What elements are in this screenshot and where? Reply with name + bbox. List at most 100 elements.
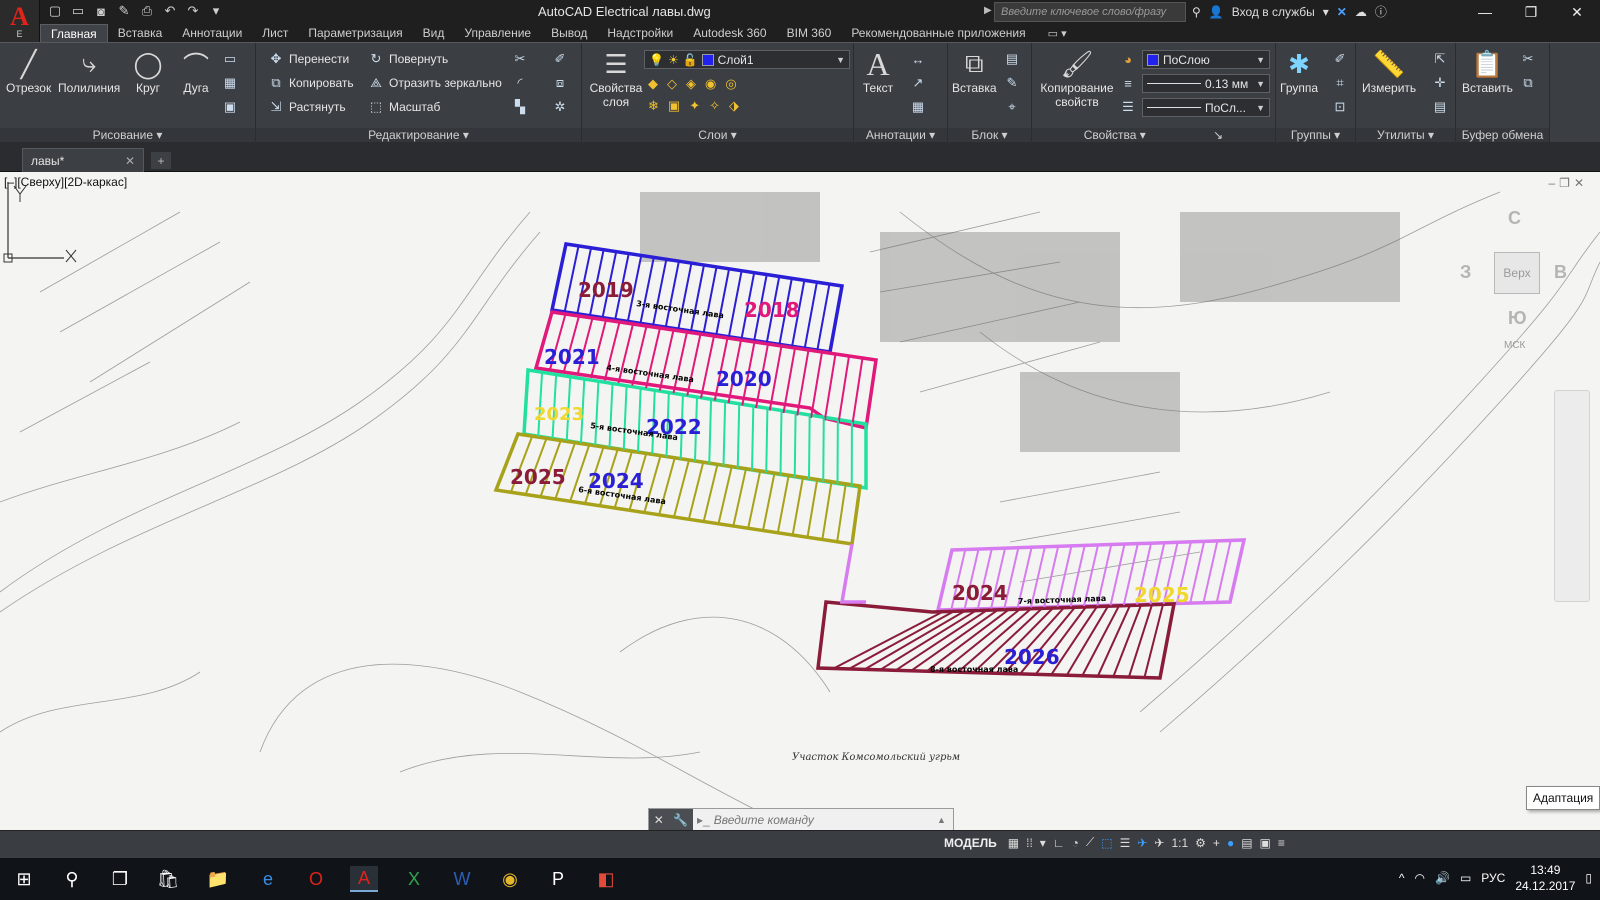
minimize-icon[interactable]: — bbox=[1462, 0, 1508, 24]
command-input[interactable] bbox=[713, 810, 937, 830]
panel-modify-title[interactable]: Редактирование ▾ bbox=[256, 128, 581, 143]
measure-button[interactable]: 📏 Измерить bbox=[1362, 47, 1416, 96]
tab-insert[interactable]: Вставка bbox=[108, 24, 173, 42]
circle-button[interactable]: ◯ Круг bbox=[130, 47, 166, 96]
chart-app-icon[interactable]: ◧ bbox=[592, 866, 620, 892]
new-tab-button[interactable]: + bbox=[151, 152, 171, 169]
undo-icon[interactable]: ↶ bbox=[161, 2, 179, 20]
isodraft-icon[interactable]: ⟋ bbox=[1086, 835, 1094, 850]
tab-view[interactable]: Вид bbox=[413, 24, 455, 42]
calculator-button[interactable]: ▤ bbox=[1432, 97, 1448, 117]
grid-icon[interactable]: ▦ bbox=[1008, 836, 1019, 850]
dropdown-arrow-icon[interactable]: ▾ bbox=[1323, 5, 1329, 19]
copy-clip-button[interactable]: ⧉ bbox=[1520, 73, 1536, 93]
restore-viewport-icon[interactable]: ❐ bbox=[1559, 176, 1570, 190]
color-dropdown[interactable]: ПоСлою ▼ bbox=[1142, 50, 1270, 69]
linetype-dropdown[interactable]: ПоСл... ▼ bbox=[1142, 98, 1270, 117]
command-line-grip[interactable]: ✕ 🔧 bbox=[649, 809, 693, 831]
layer-off-icon[interactable]: ◎ bbox=[725, 76, 736, 92]
chrome-icon[interactable]: ◉ bbox=[496, 866, 524, 892]
tab-manage[interactable]: Управление bbox=[454, 24, 541, 42]
navigation-bar[interactable] bbox=[1554, 390, 1590, 602]
print-icon[interactable]: ⎙ bbox=[138, 2, 156, 20]
layer-change-icon[interactable]: ⬗ bbox=[729, 98, 739, 114]
word-icon[interactable]: W bbox=[448, 866, 476, 892]
scale-button[interactable]: ⬚ Масштаб bbox=[368, 97, 441, 117]
clean-screen-icon[interactable]: ▣ bbox=[1260, 836, 1271, 850]
restore-icon[interactable]: ❐ bbox=[1508, 0, 1554, 24]
file-explorer-icon[interactable]: 📁 bbox=[204, 866, 232, 892]
group-button[interactable]: ✱ Группа bbox=[1280, 47, 1318, 96]
panel-draw-title[interactable]: Рисование ▾ bbox=[0, 128, 255, 143]
explode-button[interactable]: ✲ bbox=[552, 97, 568, 117]
a360-icon[interactable]: ☁ bbox=[1355, 5, 1367, 19]
wrench-icon[interactable]: 🔧 bbox=[673, 813, 688, 827]
region-button[interactable]: ▣ bbox=[222, 97, 238, 117]
layer-match-icon[interactable]: ◆ bbox=[648, 76, 658, 92]
redo-icon[interactable]: ↷ bbox=[184, 2, 202, 20]
lineweight-dropdown[interactable]: 0.13 мм ▼ bbox=[1142, 74, 1270, 93]
save-icon[interactable]: ◙ bbox=[92, 2, 110, 20]
wcs-menu[interactable]: МСК bbox=[1504, 340, 1525, 351]
drawing-area[interactable]: 2019 2018 2021 2020 2023 2022 2025 2024 … bbox=[0, 172, 1600, 830]
dimension-button[interactable]: ↔ bbox=[910, 49, 926, 69]
close-tab-icon[interactable]: ✕ bbox=[125, 154, 135, 168]
volume-icon[interactable]: 🔊 bbox=[1435, 871, 1450, 885]
close-icon[interactable]: ✕ bbox=[1554, 0, 1600, 24]
viewcube-south[interactable]: Ю bbox=[1508, 308, 1527, 329]
layer-properties-button[interactable]: ☰ Свойства слоя bbox=[588, 47, 644, 110]
quick-select-button[interactable]: ⇱ bbox=[1432, 49, 1448, 69]
battery-icon[interactable]: ▭ bbox=[1460, 871, 1471, 885]
lineweight-toggle-icon[interactable]: ☰ bbox=[1120, 836, 1131, 850]
close-viewport-icon[interactable]: ✕ bbox=[1574, 176, 1584, 190]
notifications-icon[interactable]: ▯ bbox=[1585, 871, 1592, 885]
excel-icon[interactable]: X bbox=[400, 866, 428, 892]
hatch-button[interactable]: ▦ bbox=[222, 73, 238, 93]
rectangle-button[interactable]: ▭ bbox=[222, 49, 238, 69]
application-menu-button[interactable]: A E bbox=[0, 0, 40, 42]
hardware-acceleration-icon[interactable]: ▤ bbox=[1241, 836, 1252, 850]
layer-isolate-icon[interactable]: ◈ bbox=[686, 76, 696, 92]
layer-previous-icon[interactable]: ◇ bbox=[667, 76, 677, 92]
panel-annotation-title[interactable]: Аннотации ▾ bbox=[854, 128, 947, 143]
tab-sheet[interactable]: Лист bbox=[252, 24, 298, 42]
trim-button[interactable]: ✂ bbox=[512, 49, 528, 69]
panel-clipboard-title[interactable]: Буфер обмена bbox=[1456, 128, 1549, 143]
group-select-button[interactable]: ⊡ bbox=[1332, 97, 1348, 117]
group-edit-button[interactable]: ⌗ bbox=[1332, 73, 1348, 93]
layer-thaw-icon[interactable]: ✧ bbox=[709, 98, 720, 114]
layer-dropdown[interactable]: 💡 ☀ 🔓 Слой1 ▼ bbox=[644, 50, 850, 69]
snap-icon[interactable]: ⁞⁞ bbox=[1026, 836, 1033, 850]
ribbon-toggle-icon[interactable]: ▭ ▾ bbox=[1048, 27, 1067, 40]
offset-button[interactable]: ⧈ bbox=[552, 73, 568, 93]
isolate-objects-icon[interactable]: ● bbox=[1227, 836, 1234, 850]
help-icon[interactable]: ⓘ bbox=[1375, 3, 1387, 20]
panel-utilities-title[interactable]: Утилиты ▾ bbox=[1356, 128, 1455, 143]
tray-expand-icon[interactable]: ^ bbox=[1399, 871, 1405, 885]
mirror-button[interactable]: ⟁ Отразить зеркально bbox=[368, 73, 502, 93]
tab-featured-apps[interactable]: Рекомендованные приложения bbox=[841, 24, 1035, 42]
user-icon[interactable]: 👤 bbox=[1209, 5, 1224, 19]
language-indicator[interactable]: РУС bbox=[1481, 871, 1505, 885]
edge-browser-icon[interactable]: e bbox=[254, 866, 282, 892]
ungroup-button[interactable]: ✐ bbox=[1332, 49, 1348, 69]
close-icon[interactable]: ✕ bbox=[654, 813, 664, 827]
opera-browser-icon[interactable]: O bbox=[302, 866, 330, 892]
attribute-button[interactable]: ⌖ bbox=[1004, 97, 1020, 117]
plus-icon[interactable]: + bbox=[1213, 836, 1220, 850]
text-button[interactable]: A Текст bbox=[860, 46, 896, 96]
task-view-icon[interactable]: ❐ bbox=[106, 866, 134, 892]
binoculars-icon[interactable]: ⚲ bbox=[1192, 5, 1201, 19]
wifi-icon[interactable]: ◠ bbox=[1415, 871, 1425, 885]
arc-button[interactable]: ⌒ Дуга bbox=[178, 47, 214, 96]
p-app-icon[interactable]: P bbox=[544, 866, 572, 892]
viewcube-north[interactable]: С bbox=[1508, 208, 1521, 229]
tab-annotate[interactable]: Аннотации bbox=[172, 24, 252, 42]
viewcube-top-face[interactable]: Верх bbox=[1494, 252, 1540, 294]
qat-customize-icon[interactable]: ▾ bbox=[207, 2, 225, 20]
viewcube-west[interactable]: З bbox=[1460, 262, 1471, 283]
annotation-visibility-icon[interactable]: ✈ bbox=[1137, 836, 1147, 850]
polar-icon[interactable]: ◔ bbox=[1072, 836, 1079, 850]
insert-block-button[interactable]: ⧉ Вставка bbox=[952, 47, 997, 95]
leader-button[interactable]: ↗ bbox=[910, 73, 926, 93]
